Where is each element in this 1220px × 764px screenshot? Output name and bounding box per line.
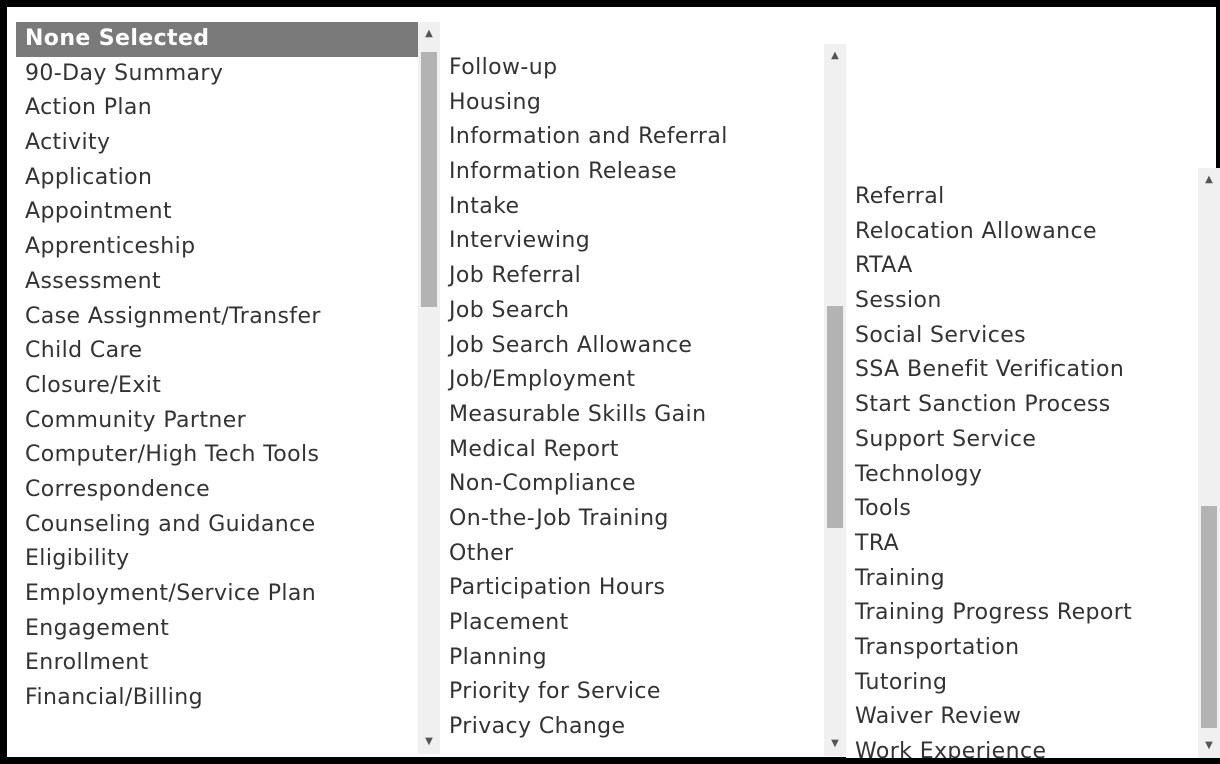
list-option[interactable]: Training <box>846 562 1198 597</box>
list-option[interactable]: Information Release <box>440 155 824 190</box>
list-option[interactable]: Non-Compliance <box>440 467 824 502</box>
scroll-down-arrow-icon[interactable]: ▼ <box>1198 736 1220 756</box>
list-option[interactable]: Priority for Service <box>440 675 824 710</box>
list-option[interactable]: Tools <box>846 492 1198 527</box>
list-option[interactable]: Eligibility <box>16 542 418 577</box>
list-option[interactable]: RTAA <box>846 249 1198 284</box>
list-option[interactable]: Counseling and Guidance <box>16 508 418 543</box>
list-option[interactable]: Action Plan <box>16 91 418 126</box>
list-option[interactable]: Enrollment <box>16 646 418 681</box>
list-option[interactable]: Activity <box>16 126 418 161</box>
list-option[interactable]: Assessment <box>16 265 418 300</box>
scroll-thumb[interactable] <box>827 306 843 528</box>
list-option[interactable]: Planning <box>440 641 824 676</box>
listbox-items: Referral Relocation Allowance RTAA Session S… <box>846 180 1198 758</box>
list-option[interactable]: Technology <box>846 458 1198 493</box>
list-option[interactable]: Information and Referral <box>440 120 824 155</box>
scroll-up-arrow-icon[interactable]: ▲ <box>824 46 846 66</box>
list-option[interactable]: Intake <box>440 190 824 225</box>
list-option[interactable]: Support Service <box>846 423 1198 458</box>
list-option[interactable]: Child Care <box>16 334 418 369</box>
list-option[interactable]: Session <box>846 284 1198 319</box>
list-option[interactable]: Tutoring <box>846 666 1198 701</box>
list-option[interactable]: Financial/Billing <box>16 681 418 716</box>
list-option[interactable]: Follow-up <box>440 51 824 86</box>
list-option[interactable]: Social Services <box>846 319 1198 354</box>
listbox-items: Follow-up Housing Information and Referral… <box>440 51 824 745</box>
list-option[interactable]: Other <box>440 537 824 572</box>
list-option[interactable]: Job Referral <box>440 259 824 294</box>
list-option[interactable]: Training Progress Report <box>846 596 1198 631</box>
list-option[interactable]: Work Experience <box>846 735 1198 758</box>
list-option[interactable]: Appointment <box>16 195 418 230</box>
scrollbar[interactable]: ▲ ▼ <box>418 22 440 754</box>
scrollbar[interactable]: ▲ ▼ <box>824 44 846 756</box>
list-option[interactable]: Closure/Exit <box>16 369 418 404</box>
list-option[interactable]: Application <box>16 161 418 196</box>
list-option[interactable]: Community Partner <box>16 404 418 439</box>
activity-type-listbox-part-3[interactable]: Referral Relocation Allowance RTAA Session S… <box>846 168 1220 758</box>
list-option[interactable]: Job/Employment <box>440 363 824 398</box>
list-option[interactable]: Case Assignment/Transfer <box>16 300 418 335</box>
list-option[interactable]: Participation Hours <box>440 571 824 606</box>
list-option[interactable]: Job Search Allowance <box>440 329 824 364</box>
scroll-thumb[interactable] <box>1201 506 1217 728</box>
listbox-items: None Selected 90-Day Summary Action Plan Ac… <box>16 22 418 716</box>
list-option[interactable]: Job Search <box>440 294 824 329</box>
list-option[interactable]: Transportation <box>846 631 1198 666</box>
list-option[interactable]: Correspondence <box>16 473 418 508</box>
scroll-thumb[interactable] <box>421 52 437 307</box>
list-option[interactable]: 90-Day Summary <box>16 57 418 92</box>
list-option[interactable]: Interviewing <box>440 224 824 259</box>
list-option[interactable]: Apprenticeship <box>16 230 418 265</box>
scroll-down-arrow-icon[interactable]: ▼ <box>418 732 440 752</box>
scrollbar[interactable]: ▲ ▼ <box>1198 168 1220 758</box>
list-option[interactable]: SSA Benefit Verification <box>846 353 1198 388</box>
list-option[interactable]: None Selected <box>16 22 418 57</box>
activity-type-listbox-part-1[interactable]: None Selected 90-Day Summary Action Plan Ac… <box>16 22 440 754</box>
list-option[interactable]: Medical Report <box>440 433 824 468</box>
list-option[interactable]: Relocation Allowance <box>846 215 1198 250</box>
list-option[interactable]: Placement <box>440 606 824 641</box>
list-option[interactable]: Privacy Change <box>440 710 824 745</box>
scroll-up-arrow-icon[interactable]: ▲ <box>418 24 440 44</box>
list-option[interactable]: Housing <box>440 86 824 121</box>
list-option[interactable]: Engagement <box>16 612 418 647</box>
list-option[interactable]: TRA <box>846 527 1198 562</box>
list-option[interactable]: Waiver Review <box>846 700 1198 735</box>
list-option[interactable]: Start Sanction Process <box>846 388 1198 423</box>
activity-type-listbox-part-2[interactable]: Follow-up Housing Information and Referral… <box>440 44 846 756</box>
list-option[interactable]: Referral <box>846 180 1198 215</box>
list-option[interactable]: Employment/Service Plan <box>16 577 418 612</box>
list-option[interactable]: Measurable Skills Gain <box>440 398 824 433</box>
scroll-up-arrow-icon[interactable]: ▲ <box>1198 170 1220 190</box>
list-option[interactable]: Computer/High Tech Tools <box>16 438 418 473</box>
scroll-down-arrow-icon[interactable]: ▼ <box>824 734 846 754</box>
list-option[interactable]: On-the-Job Training <box>440 502 824 537</box>
